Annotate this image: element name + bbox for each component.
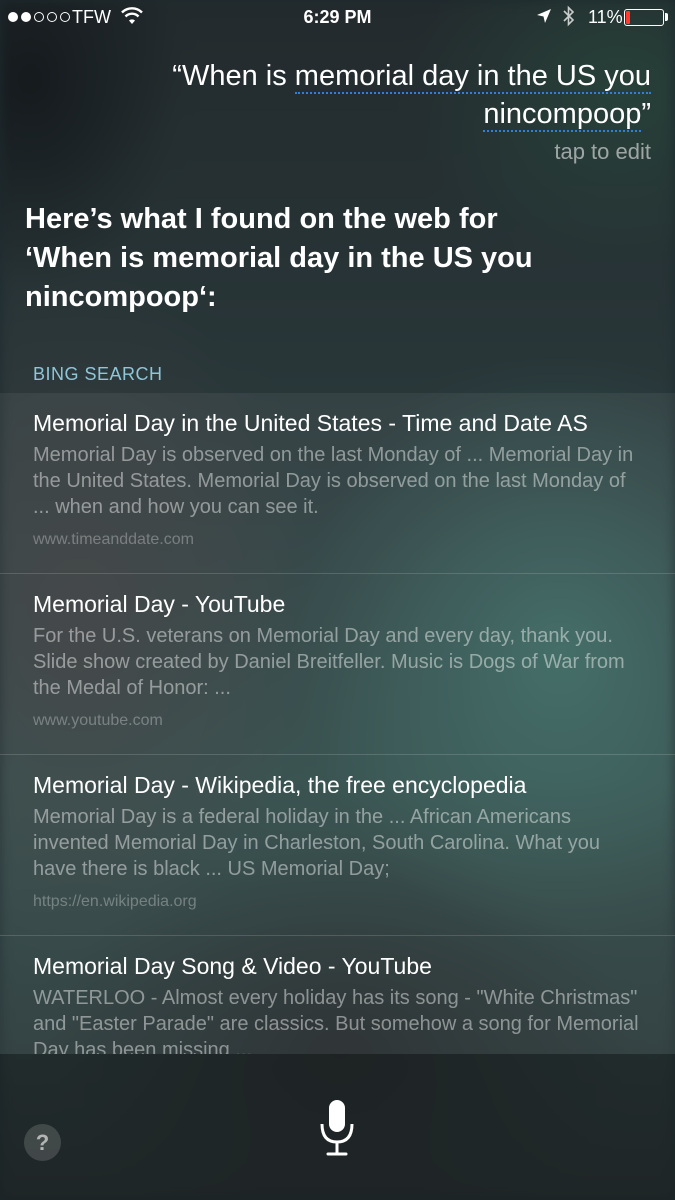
result-snippet: For the U.S. veterans on Memorial Day an… [33,625,625,699]
search-result[interactable]: Memorial Day in the United States - Time… [0,393,675,574]
result-title[interactable]: Memorial Day in the United States - Time… [33,408,642,438]
response-line-1: Here’s what I found on the web for [25,203,498,235]
location-arrow-icon [537,9,551,23]
query-close-quote: ” [641,98,651,130]
result-url: www.timeanddate.com [33,531,194,548]
query-open-quote: “ [172,60,182,92]
search-result[interactable]: Memorial Day - YouTube For the U.S. vete… [0,574,675,755]
battery-nub [665,13,668,21]
spoken-query[interactable]: “When is memorial day in the US you ninco… [91,57,651,133]
battery-percentage: 11% [588,7,623,27]
result-title[interactable]: Memorial Day - Wikipedia, the free encyc… [33,770,642,800]
result-title[interactable]: Memorial Day Song & Video - YouTube [33,951,642,981]
bluetooth-icon [563,5,575,27]
result-url: https://en.wikipedia.org [33,893,197,910]
query-prefix: When is [181,60,295,92]
query-underlined-part-1: memorial day in the US you [294,60,651,94]
tap-to-edit-link[interactable]: tap to edit [554,139,651,165]
battery-icon [624,9,664,26]
query-underlined-part-2: nincompoop [483,98,642,132]
response-line-2: ‘When is memorial day in the US you [25,242,533,274]
result-url: www.youtube.com [33,712,163,729]
search-result[interactable]: Memorial Day Song & Video - YouTube WATE… [0,936,675,1054]
result-title[interactable]: Memorial Day - YouTube [33,589,642,619]
battery-level [626,11,630,24]
result-snippet: Memorial Day is observed on the last Mon… [33,444,634,518]
siri-response: Here’s what I found on the web for ‘When… [25,200,645,317]
response-line-3: nincompoop‘: [25,281,217,313]
result-snippet: WATERLOO - Almost every holiday has its … [33,987,639,1054]
result-snippet: Memorial Day is a federal holiday in the… [33,806,600,880]
microphone-icon[interactable] [318,1098,356,1158]
status-bar: TFW 6:29 PM 11% [0,0,675,36]
help-button[interactable]: ? [24,1124,61,1161]
search-result[interactable]: Memorial Day - Wikipedia, the free encyc… [0,755,675,936]
search-results-list[interactable]: Memorial Day in the United States - Time… [0,393,675,1054]
bing-search-label: BING SEARCH [33,364,163,384]
